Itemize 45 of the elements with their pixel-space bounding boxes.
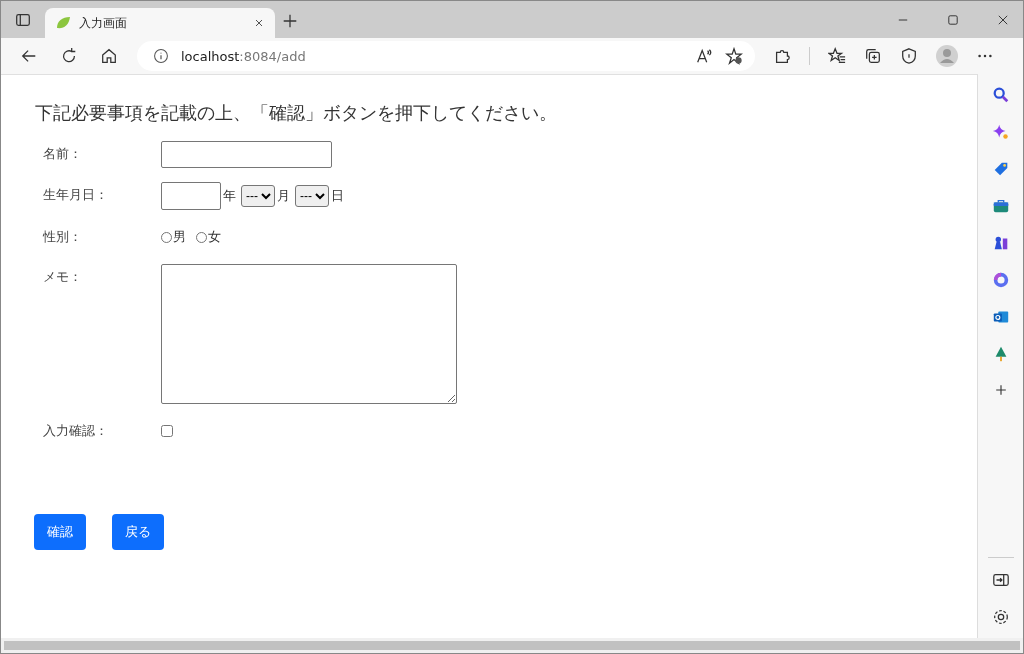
- field-label: 生年月日：: [42, 186, 109, 204]
- read-aloud-icon[interactable]: [695, 47, 713, 65]
- star-icon[interactable]: [725, 47, 743, 65]
- confirm-checkbox[interactable]: [161, 425, 173, 437]
- sparkle-icon[interactable]: [991, 123, 1010, 141]
- avatar-icon[interactable]: [936, 45, 958, 67]
- month-select[interactable]: ---: [241, 185, 275, 207]
- back-icon[interactable]: [20, 47, 38, 65]
- field-label: メモ：: [42, 268, 83, 286]
- radio-button[interactable]: [161, 231, 172, 243]
- shield-icon[interactable]: [900, 47, 918, 65]
- search-icon[interactable]: [991, 86, 1010, 104]
- confirm-button[interactable]: 確認: [34, 514, 86, 550]
- field-label: 性別：: [42, 228, 83, 246]
- address-bar[interactable]: localhost:8084/add: [137, 41, 755, 71]
- url-text: localhost:8084/add: [181, 48, 307, 64]
- maximize-icon[interactable]: [946, 12, 960, 27]
- home-icon[interactable]: [100, 47, 118, 65]
- info-icon: [153, 48, 169, 64]
- memo-field[interactable]: [161, 264, 457, 404]
- name-field[interactable]: [161, 141, 332, 168]
- field-label: 入力確認：: [42, 422, 109, 440]
- field-label: 名前：: [42, 145, 83, 163]
- leaf-icon: [55, 15, 71, 31]
- year-field[interactable]: [161, 182, 221, 210]
- settings-icon[interactable]: [991, 608, 1010, 626]
- favorites-icon[interactable]: [828, 47, 846, 65]
- collections-icon[interactable]: [864, 47, 882, 65]
- radio-label: 男: [173, 228, 186, 246]
- refresh-icon[interactable]: [60, 47, 78, 65]
- unit-label: 日: [331, 187, 344, 205]
- plus-icon[interactable]: [281, 12, 299, 30]
- sidebar-toggle-icon[interactable]: [991, 571, 1010, 589]
- page-heading: 下記必要事項を記載の上、「確認」ボタンを押下してください。: [35, 101, 558, 125]
- back-button[interactable]: 戻る: [112, 514, 164, 550]
- unit-label: 月: [277, 187, 290, 205]
- day-select[interactable]: ---: [295, 185, 329, 207]
- browser-tab[interactable]: 入力画面: [45, 8, 275, 38]
- unit-label: 年: [223, 187, 236, 205]
- puzzle-icon[interactable]: [773, 47, 791, 65]
- close-icon[interactable]: [253, 17, 265, 29]
- radio-label: 女: [208, 228, 221, 246]
- ring-icon[interactable]: [991, 271, 1010, 289]
- radio-button[interactable]: [196, 231, 207, 243]
- toolbox-icon[interactable]: [991, 197, 1010, 215]
